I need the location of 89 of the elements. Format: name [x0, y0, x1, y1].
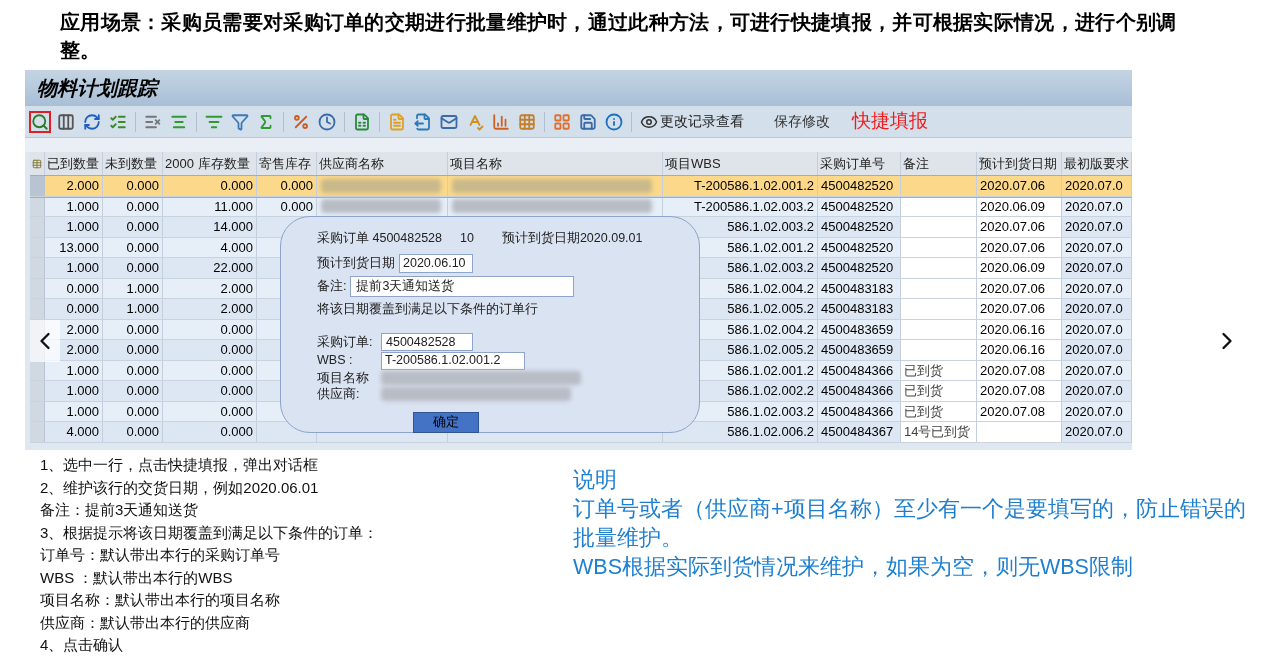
table-cell: 1.000	[45, 196, 103, 216]
table-cell: 0.000	[103, 401, 163, 421]
instruction-text: 将该日期覆盖到满足以下条件的订单行	[317, 300, 539, 318]
table-cell: 2020.07.0	[1062, 360, 1132, 380]
table-cell: 2020.07.08	[977, 381, 1062, 401]
table-cell: 2020.07.06	[977, 217, 1062, 237]
table-cell: 1.000	[45, 360, 103, 380]
instruction-step: WBS ：默认带出本行的WBS	[40, 566, 560, 589]
table-cell: 4500483183	[818, 299, 901, 319]
note-text: WBS根据实际到货情况来维护，如果为空，则无WBS限制	[573, 554, 1134, 581]
table-cell: 4500483183	[818, 278, 901, 298]
table-cell: T-200586.1.02.001.2	[663, 176, 818, 196]
table-cell: 2020.06.16	[977, 319, 1062, 339]
table-cell: 4500483659	[818, 340, 901, 360]
table-cell: 2020.07.0	[1062, 401, 1132, 421]
note-title: 说明	[573, 467, 618, 494]
table-cell: 2020.07.08	[977, 401, 1062, 421]
table-cell: 0.000	[257, 196, 317, 216]
table-cell: 1.000	[45, 401, 103, 421]
order-item: 10	[460, 230, 474, 247]
table-cell: 11.000	[163, 196, 257, 216]
window-title: 物料计划跟踪	[25, 70, 1132, 106]
table-cell: 1.000	[103, 278, 163, 298]
table-cell: 4500482520	[818, 196, 901, 216]
table-cell: 2020.06.16	[977, 340, 1062, 360]
instruction-step: 备注：提前3天通知送货	[40, 499, 560, 522]
table-cell: 2020.06.09	[977, 258, 1062, 278]
table-cell: 2020.07.06	[977, 176, 1062, 196]
instruction-step: 4、点击确认	[40, 634, 560, 657]
table-cell: 2020.07.0	[1062, 422, 1132, 442]
table-cell: 4500482520	[818, 258, 901, 278]
table-cell: 0.000	[163, 360, 257, 380]
note-text: 订单号或者（供应商+项目名称）至少有一个是要填写的，防止错误的批量维护。	[573, 496, 1247, 552]
order-label: 采购订单 4500482528	[317, 230, 442, 247]
table-cell: T-200586.1.02.003.2	[663, 196, 818, 216]
table-cell: 2020.07.0	[1062, 278, 1132, 298]
table-cell: 2020.07.08	[977, 360, 1062, 380]
table-cell: 2020.07.06	[977, 299, 1062, 319]
table-cell: 0.000	[103, 176, 163, 196]
table-cell: 0.000	[103, 196, 163, 216]
field-label: 项目名称	[317, 369, 370, 387]
table-cell: 4500484366	[818, 360, 901, 380]
table-cell: 2020.07.0	[1062, 237, 1132, 257]
table-cell: 2020.07.0	[1062, 319, 1132, 339]
table-cell: 2020.07.0	[1062, 258, 1132, 278]
table-cell: 2020.07.0	[1062, 217, 1132, 237]
instruction-step: 项目名称：默认带出本行的项目名称	[40, 589, 560, 612]
field-label: 供应商:	[317, 385, 361, 403]
table-cell: 已到货	[901, 401, 977, 421]
table-cell: 2020.07.06	[977, 237, 1062, 257]
table-cell: 4.000	[163, 237, 257, 257]
field-label: 预计到货日期	[317, 254, 395, 272]
table-cell: 4500482520	[818, 217, 901, 237]
field-label: 备注:	[317, 277, 347, 295]
instruction-step: 订单号：默认带出本行的采购订单号	[40, 544, 560, 567]
table-cell: 13.000	[45, 237, 103, 257]
table-cell: 4500482520	[818, 176, 901, 196]
table-cell: 14号已到货	[901, 422, 977, 442]
slide-heading: 应用场景：采购员需要对采购订单的交期进行批量维护时，通过此种方法，可进行快捷填报，并可根据实际情况，进行个别调整。	[60, 10, 1178, 63]
table-cell: 0.000	[163, 319, 257, 339]
table-cell: 0.000	[103, 360, 163, 380]
table-cell: 0.000	[163, 401, 257, 421]
table-cell: 0.000	[45, 278, 103, 298]
instruction-step: 供应商：默认带出本行的供应商	[40, 611, 560, 634]
table-cell: 0.000	[103, 237, 163, 257]
table-cell: 已到货	[901, 360, 977, 380]
table-cell: 4500484367	[818, 422, 901, 442]
table-cell: 已到货	[901, 381, 977, 401]
table-cell: 2.000	[163, 278, 257, 298]
instruction-step: 3、根据提示将该日期覆盖到满足以下条件的订单：	[40, 521, 560, 544]
field-label: WBS :	[317, 352, 354, 370]
table-cell: 4500484366	[818, 381, 901, 401]
table-cell: 2020.07.0	[1062, 196, 1132, 216]
table-cell: 0.000	[257, 176, 317, 196]
table-cell: 2020.07.06	[977, 278, 1062, 298]
table-cell: 2020.07.0	[1062, 176, 1132, 196]
table-cell: 4500482520	[818, 237, 901, 257]
table-cell: 4500483659	[818, 319, 901, 339]
table-cell: 2020.06.09	[977, 196, 1062, 216]
table-cell: 2020.07.0	[1062, 299, 1132, 319]
table-cell: 2020.07.0	[1062, 340, 1132, 360]
table-cell: 0.000	[103, 319, 163, 339]
table-cell: 2020.07.0	[1062, 381, 1132, 401]
order-eta: 预计到货日期2020.09.01	[501, 230, 643, 247]
instruction-step: 2、维护该行的交货日期，例如2020.06.01	[40, 476, 560, 499]
table-cell: 2.000	[45, 176, 103, 196]
table-cell: 0.000	[163, 176, 257, 196]
instruction-step: 1、选中一行，点击快捷填报，弹出对话框	[40, 454, 560, 477]
table-cell: 4500484366	[818, 401, 901, 421]
